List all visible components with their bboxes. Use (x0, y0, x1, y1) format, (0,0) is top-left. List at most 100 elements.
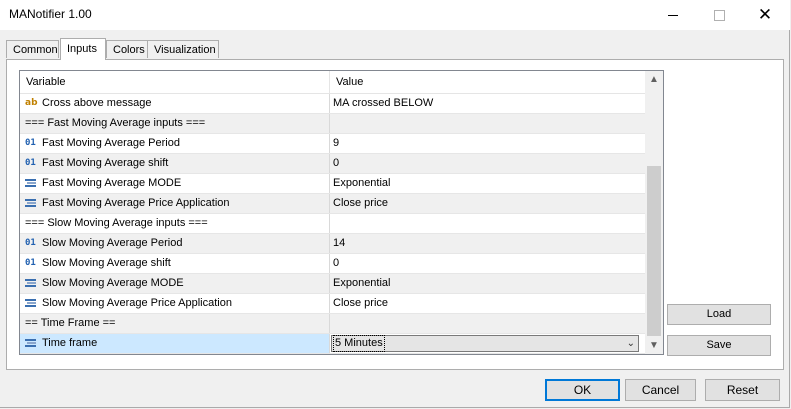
variable-label: Slow Moving Average MODE (42, 277, 184, 289)
tab-common[interactable]: Common (6, 40, 59, 58)
table-row[interactable]: == Time Frame == (20, 314, 645, 334)
close-button[interactable]: ✕ (742, 0, 788, 30)
variable-label: Slow Moving Average Period (42, 237, 183, 249)
value-cell[interactable]: 0 (330, 154, 645, 173)
close-icon: ✕ (757, 4, 773, 25)
table-row[interactable]: 01 Fast Moving Average Period 9 (20, 134, 645, 154)
variable-label: Fast Moving Average Period (42, 137, 180, 149)
enum-type-icon (25, 339, 36, 348)
table-row[interactable]: 01 Fast Moving Average shift 0 (20, 154, 645, 174)
variable-label: Fast Moving Average MODE (42, 177, 182, 189)
table-row[interactable]: Slow Moving Average Price Application Clo… (20, 294, 645, 314)
value-cell[interactable] (330, 314, 645, 333)
variable-label: Slow Moving Average shift (42, 257, 171, 269)
header-value[interactable]: Value (330, 71, 645, 93)
variable-cell[interactable]: == Time Frame == (20, 314, 330, 333)
variable-label: Time frame (42, 337, 98, 349)
enum-type-icon (25, 199, 36, 208)
value-text: Close price (333, 197, 389, 209)
variable-label: == Time Frame == (25, 317, 116, 329)
table-row[interactable]: === Slow Moving Average inputs === (20, 214, 645, 234)
variable-cell[interactable]: 01 Fast Moving Average Period (20, 134, 330, 153)
value-cell[interactable]: 5 Minutes ⌄ (330, 334, 645, 353)
variable-cell[interactable]: Fast Moving Average MODE (20, 174, 330, 193)
value-cell[interactable]: 9 (330, 134, 645, 153)
minimize-button[interactable] (650, 0, 696, 30)
variable-cell[interactable]: 01 Slow Moving Average Period (20, 234, 330, 253)
table-row[interactable]: Time frame 5 Minutes ⌄ (20, 334, 645, 354)
value-cell[interactable] (330, 214, 645, 233)
header-variable[interactable]: Variable (20, 71, 330, 93)
variable-cell[interactable]: Slow Moving Average MODE (20, 274, 330, 293)
variable-cell[interactable]: Fast Moving Average Price Application (20, 194, 330, 213)
integer-type-icon: 01 (25, 138, 36, 148)
scroll-up-icon[interactable]: ▲ (645, 71, 663, 88)
table-row[interactable]: ab Cross above message MA crossed BELOW (20, 94, 645, 114)
save-button[interactable]: Save (667, 335, 771, 356)
integer-type-icon: 01 (25, 258, 36, 268)
reset-button[interactable]: Reset (705, 379, 780, 401)
value-cell[interactable] (330, 114, 645, 133)
variable-cell[interactable]: === Fast Moving Average inputs === (20, 114, 330, 133)
timeframe-select[interactable]: 5 Minutes ⌄ (331, 335, 639, 352)
variable-cell[interactable]: ab Cross above message (20, 94, 330, 113)
variable-label: Fast Moving Average Price Application (42, 197, 230, 209)
enum-type-icon (25, 279, 36, 288)
value-text: MA crossed BELOW (333, 97, 434, 109)
integer-type-icon: 01 (25, 158, 36, 168)
string-type-icon: ab (25, 98, 38, 108)
inputs-grid: Variable Value ab Cross above message MA c… (19, 70, 664, 355)
grid-rows: ab Cross above message MA crossed BELOW ===… (20, 94, 645, 354)
table-row[interactable]: Slow Moving Average MODE Exponential (20, 274, 645, 294)
dialog-window: MANotifier 1.00 ✕ Common Inputs Colors V… (0, 0, 790, 408)
title-bar: MANotifier 1.00 ✕ (0, 0, 790, 30)
variable-label: Fast Moving Average shift (42, 157, 169, 169)
chevron-down-icon[interactable]: ⌄ (627, 337, 635, 350)
tab-visualization[interactable]: Visualization (147, 40, 219, 58)
tab-inputs[interactable]: Inputs (60, 38, 106, 60)
value-text: Exponential (333, 277, 391, 289)
value-cell[interactable]: Exponential (330, 174, 645, 193)
value-cell[interactable]: MA crossed BELOW (330, 94, 645, 113)
variable-cell[interactable]: Time frame (20, 334, 330, 353)
vertical-scrollbar[interactable]: ▲ ▼ (645, 71, 663, 354)
tab-colors[interactable]: Colors (106, 40, 148, 58)
variable-label: === Fast Moving Average inputs === (25, 117, 206, 129)
table-row[interactable]: 01 Slow Moving Average Period 14 (20, 234, 645, 254)
variable-cell[interactable]: === Slow Moving Average inputs === (20, 214, 330, 233)
value-text: 0 (333, 157, 340, 169)
table-row[interactable]: 01 Slow Moving Average shift 0 (20, 254, 645, 274)
minimize-icon (668, 14, 678, 16)
scroll-down-icon[interactable]: ▼ (645, 337, 663, 354)
value-cell[interactable]: Close price (330, 294, 645, 313)
integer-type-icon: 01 (25, 238, 36, 248)
scroll-thumb[interactable] (647, 166, 661, 336)
variable-label: Cross above message (42, 97, 152, 109)
enum-type-icon (25, 299, 36, 308)
ok-button[interactable]: OK (545, 379, 620, 401)
value-text: Exponential (333, 177, 391, 189)
value-text: 9 (333, 137, 340, 149)
table-row[interactable]: Fast Moving Average MODE Exponential (20, 174, 645, 194)
cancel-button[interactable]: Cancel (625, 379, 696, 401)
value-text: 0 (333, 257, 340, 269)
window-title: MANotifier 1.00 (9, 7, 92, 21)
variable-label: === Slow Moving Average inputs === (25, 217, 208, 229)
table-row[interactable]: === Fast Moving Average inputs === (20, 114, 645, 134)
value-cell[interactable]: Close price (330, 194, 645, 213)
inputs-panel: Variable Value ab Cross above message MA c… (6, 59, 784, 370)
grid-header: Variable Value (20, 71, 645, 94)
value-cell[interactable]: 0 (330, 254, 645, 273)
variable-cell[interactable]: Slow Moving Average Price Application (20, 294, 330, 313)
variable-cell[interactable]: 01 Slow Moving Average shift (20, 254, 330, 273)
value-text: 14 (333, 237, 346, 249)
value-cell[interactable]: 14 (330, 234, 645, 253)
timeframe-selected-value: 5 Minutes (333, 335, 385, 352)
maximize-button[interactable] (696, 0, 742, 30)
table-row[interactable]: Fast Moving Average Price Application Clo… (20, 194, 645, 214)
value-text: Close price (333, 297, 389, 309)
maximize-icon (713, 9, 725, 21)
variable-cell[interactable]: 01 Fast Moving Average shift (20, 154, 330, 173)
value-cell[interactable]: Exponential (330, 274, 645, 293)
load-button[interactable]: Load (667, 304, 771, 325)
